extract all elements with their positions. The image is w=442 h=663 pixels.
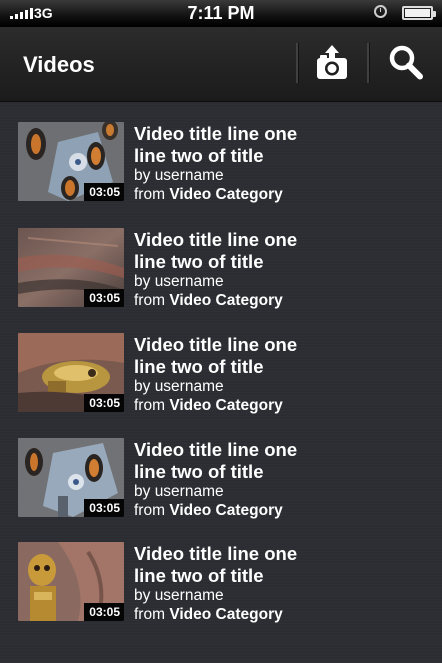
- video-category: from Video Category: [134, 397, 283, 414]
- video-uploader: by username: [134, 483, 224, 500]
- video-thumbnail: 03:05: [18, 228, 124, 307]
- video-uploader: by username: [134, 273, 224, 290]
- video-title-line-1: Video title line one: [134, 334, 298, 355]
- username-link[interactable]: username: [155, 483, 224, 500]
- video-category: from Video Category: [134, 292, 283, 309]
- username-link[interactable]: username: [155, 587, 224, 604]
- video-title-line-1: Video title line one: [134, 439, 298, 460]
- video-title-line-2: line two of title: [134, 356, 264, 377]
- duration-badge: 03:05: [84, 394, 124, 412]
- battery-icon: [402, 6, 436, 20]
- video-category: from Video Category: [134, 186, 283, 203]
- video-title-line-1: Video title line one: [134, 123, 298, 144]
- navigation-bar: Videos: [0, 27, 442, 102]
- video-list-item[interactable]: 03:05 Video title line one line two of t…: [0, 542, 442, 646]
- category-link[interactable]: Video Category: [169, 186, 282, 203]
- username-link[interactable]: username: [155, 273, 224, 290]
- video-category: from Video Category: [134, 606, 283, 623]
- video-category: from Video Category: [134, 502, 283, 519]
- status-bar: 3G 7:11 PM: [0, 0, 442, 27]
- video-title-line-1: Video title line one: [134, 229, 298, 250]
- video-list-item[interactable]: 03:05 Video title line one line two of t…: [0, 122, 442, 226]
- username-link[interactable]: username: [155, 378, 224, 395]
- duration-badge: 03:05: [84, 603, 124, 621]
- video-title-line-2: line two of title: [134, 251, 264, 272]
- camera-upload-icon: [317, 45, 347, 79]
- video-title-line-1: Video title line one: [134, 543, 298, 564]
- video-uploader: by username: [134, 587, 224, 604]
- category-link[interactable]: Video Category: [169, 397, 282, 414]
- upload-video-button[interactable]: [310, 41, 354, 85]
- page-title: Videos: [23, 52, 95, 77]
- video-thumbnail: 03:05: [18, 122, 124, 201]
- search-button[interactable]: [384, 41, 428, 85]
- video-title-line-2: line two of title: [134, 565, 264, 586]
- video-title-line-2: line two of title: [134, 461, 264, 482]
- duration-badge: 03:05: [84, 183, 124, 201]
- video-list-item[interactable]: 03:05 Video title line one line two of t…: [0, 333, 442, 437]
- video-list: 03:05 Video title line one line two of t…: [0, 102, 442, 663]
- video-uploader: by username: [134, 167, 224, 184]
- video-thumbnail: 03:05: [18, 333, 124, 412]
- search-icon: [389, 45, 423, 80]
- username-link[interactable]: username: [155, 167, 224, 184]
- category-link[interactable]: Video Category: [169, 606, 282, 623]
- duration-badge: 03:05: [84, 499, 124, 517]
- video-uploader: by username: [134, 378, 224, 395]
- category-link[interactable]: Video Category: [169, 292, 282, 309]
- duration-badge: 03:05: [84, 289, 124, 307]
- video-thumbnail: 03:05: [18, 438, 124, 517]
- video-list-item[interactable]: 03:05 Video title line one line two of t…: [0, 438, 442, 542]
- video-list-item[interactable]: 03:05 Video title line one line two of t…: [0, 228, 442, 332]
- nav-divider: [296, 43, 298, 83]
- alarm-clock-icon: [374, 5, 387, 18]
- category-link[interactable]: Video Category: [169, 502, 282, 519]
- nav-divider: [367, 43, 369, 83]
- video-thumbnail: 03:05: [18, 542, 124, 621]
- video-title-line-2: line two of title: [134, 145, 264, 166]
